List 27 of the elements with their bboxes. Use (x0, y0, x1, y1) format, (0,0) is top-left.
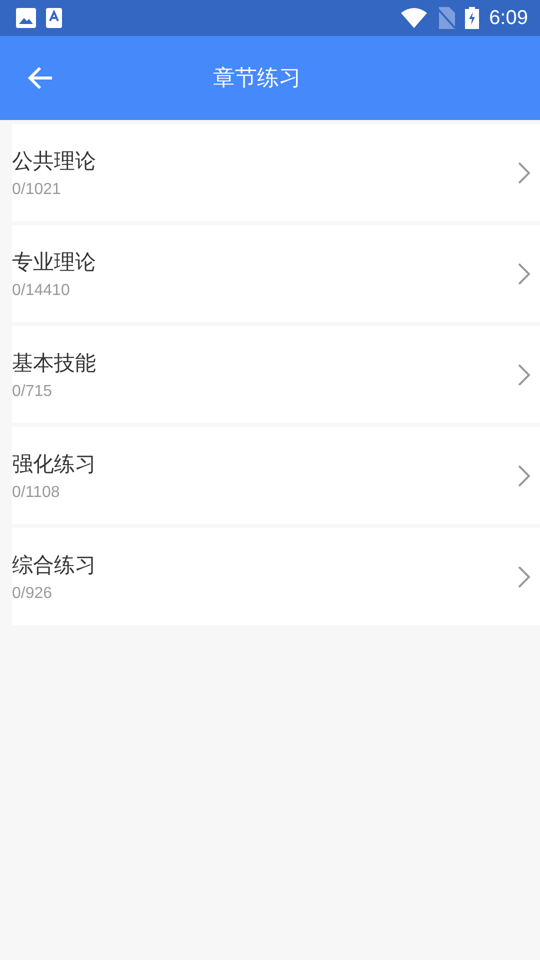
chevron-right-icon (518, 262, 530, 284)
chapter-title: 专业理论 (12, 248, 97, 276)
clock-time: 6:09 (489, 6, 528, 30)
no-sim-icon (437, 7, 456, 29)
chevron-right-icon (518, 162, 530, 184)
chapter-item[interactable]: 公共理论 0/1021 (12, 124, 540, 221)
chevron-right-icon (518, 464, 530, 486)
font-icon (46, 8, 62, 28)
image-icon (16, 8, 36, 28)
chevron-right-icon (518, 364, 530, 386)
chapter-title: 公共理论 (12, 148, 97, 174)
page-title: 章节练习 (213, 65, 301, 93)
chapter-title: 强化练习 (12, 450, 97, 478)
chapter-title: 基本技能 (12, 350, 97, 376)
chapter-title: 综合练习 (12, 552, 97, 578)
chevron-right-icon (518, 566, 530, 588)
chapter-item[interactable]: 综合练习 0/926 (12, 528, 540, 625)
chapter-item[interactable]: 专业理论 0/14410 (12, 225, 540, 322)
chapter-item[interactable]: 强化练习 0/1108 (12, 427, 540, 524)
chapter-item[interactable]: 基本技能 0/715 (12, 326, 540, 423)
progress-count: 0/1021 (12, 180, 62, 198)
wifi-icon (401, 8, 428, 28)
progress-count: 0/1108 (12, 484, 61, 502)
progress-count: 0/14410 (12, 282, 71, 300)
progress-count: 0/926 (12, 584, 54, 602)
progress-count: 0/715 (12, 382, 54, 400)
battery-charging-icon (465, 7, 480, 29)
